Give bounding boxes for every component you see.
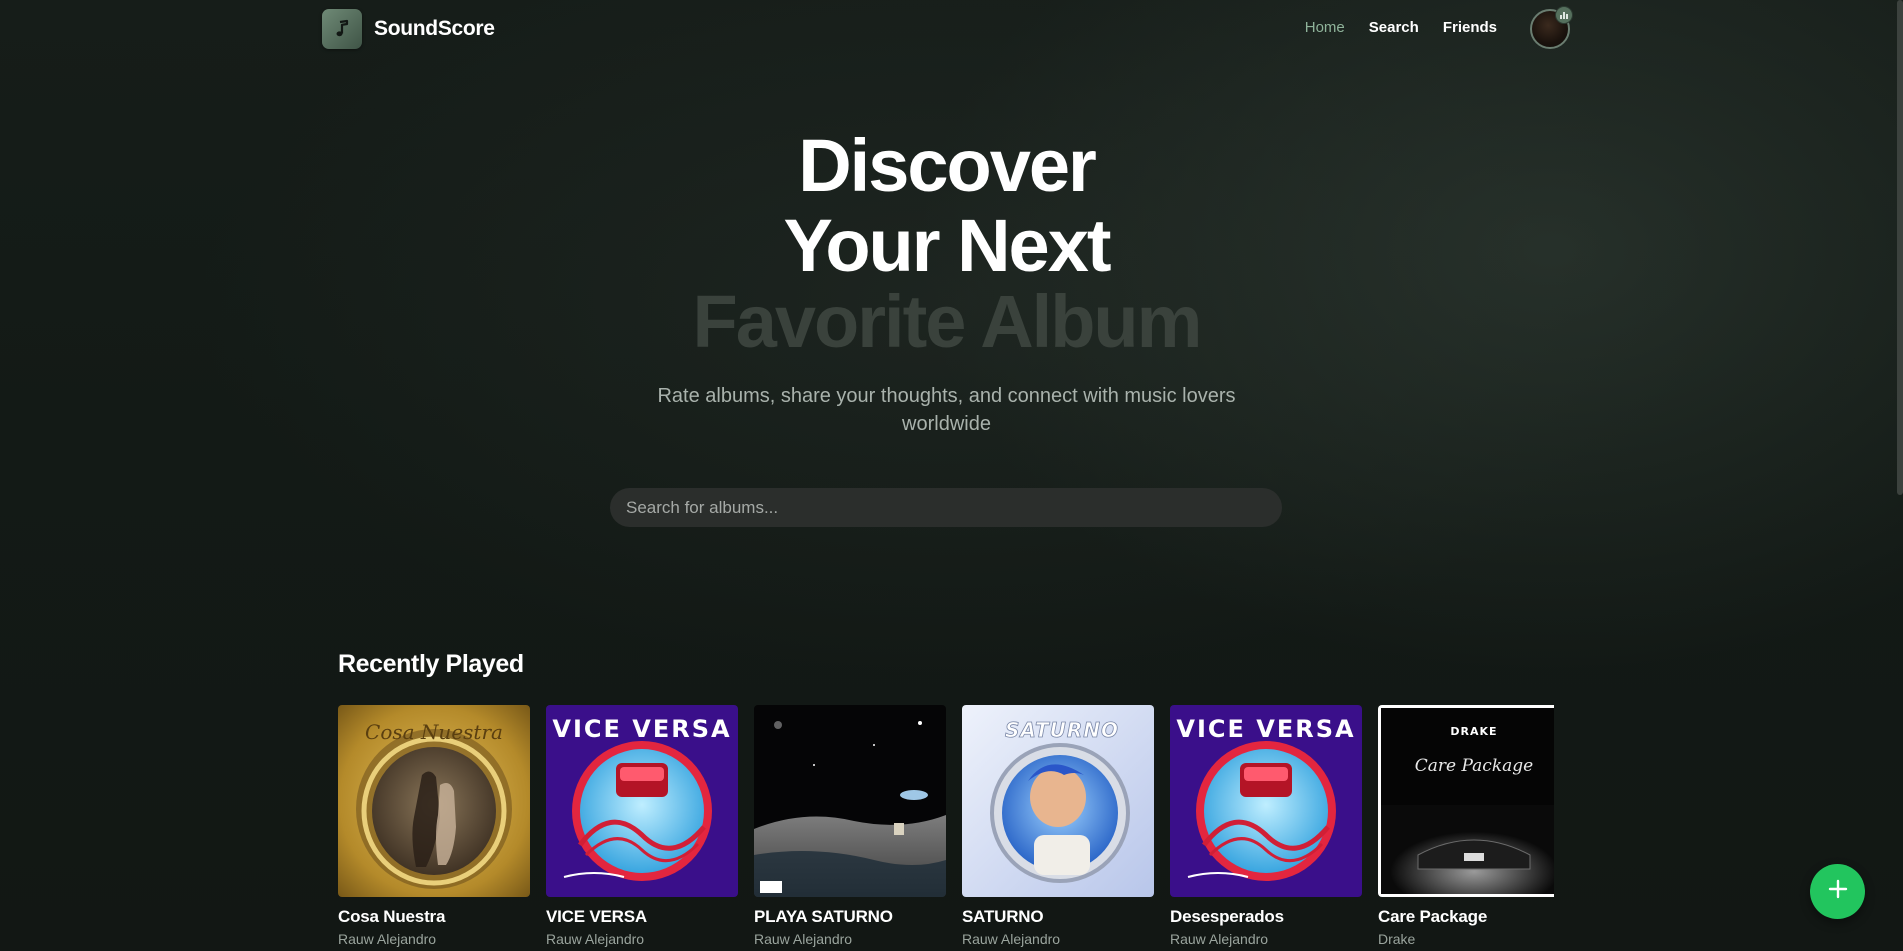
cover-text-saturno: SATURNO (1005, 718, 1119, 742)
nav-links: Home Search Friends (1281, 19, 1497, 36)
album-cover-desesperados: VICE VERSA (1170, 705, 1362, 897)
nav-search-link[interactable]: Search (1369, 19, 1419, 36)
album-card[interactable]: SATURNO SATURNO Rauw Alejandro (962, 705, 1154, 947)
hero-subtitle: Rate albums, share your thoughts, and co… (0, 382, 1893, 438)
album-search-bar (610, 488, 1282, 527)
plus-icon (1827, 878, 1849, 905)
cover-text-care-package: Care Package (1415, 756, 1533, 776)
music-note-icon (322, 9, 362, 49)
album-title: VICE VERSA (546, 907, 647, 926)
hero-heading: Discover Your Next Favorite Album (0, 124, 1893, 363)
brand[interactable]: SoundScore (322, 9, 495, 49)
brand-name: SoundScore (374, 17, 495, 40)
album-title: SATURNO (962, 907, 1044, 926)
bar-chart-icon (1555, 6, 1573, 24)
album-title: Cosa Nuestra (338, 907, 446, 926)
album-cover-saturno: SATURNO (962, 705, 1154, 897)
album-card[interactable]: DRAKE Care Package Care Package Drake (1378, 705, 1554, 947)
cover-text-vice-versa: VICE VERSA (552, 715, 731, 743)
album-cover-playa-saturno (754, 705, 946, 897)
hero-line-your-next: Your Next (783, 204, 1111, 287)
album-artist: Rauw Alejandro (1170, 931, 1269, 947)
album-card[interactable]: VICE VERSA Desesperados Rauw Alejandro (1170, 705, 1362, 947)
nav-friends-link[interactable]: Friends (1443, 19, 1497, 36)
album-artist: Drake (1378, 931, 1416, 947)
hero-line-favorite-album: Favorite Album (692, 280, 1203, 363)
nav-home-link[interactable]: Home (1305, 19, 1345, 36)
recently-played-heading: Recently Played (338, 650, 524, 678)
album-title: PLAYA SATURNO (754, 907, 893, 926)
cover-text-cosa-nuestra: Cosa Nuestra (365, 720, 503, 744)
page-scrollbar[interactable] (1897, 0, 1903, 495)
cover-text-vice-versa: VICE VERSA (1176, 715, 1355, 743)
album-artist: Rauw Alejandro (962, 931, 1061, 947)
album-artist: Rauw Alejandro (754, 931, 853, 947)
album-artist: Rauw Alejandro (338, 931, 437, 947)
album-artist: Rauw Alejandro (546, 931, 645, 947)
page: SoundScore Home Search Friends Discover … (0, 0, 1903, 951)
add-review-button[interactable] (1810, 864, 1865, 919)
user-avatar[interactable] (1530, 6, 1573, 49)
cover-text-drake: DRAKE (1450, 725, 1497, 738)
album-title: Desesperados (1170, 907, 1284, 926)
album-title: Care Package (1378, 907, 1488, 926)
album-card[interactable]: Cosa Nuestra Cosa Nuestra Rauw Alejandro (338, 705, 530, 947)
recently-played-row: Cosa Nuestra Cosa Nuestra Rauw Alejandro (338, 705, 1554, 951)
hero-line-discover: Discover (798, 124, 1097, 207)
album-search-input[interactable] (610, 488, 1282, 527)
album-card[interactable]: VICE VERSA VICE VERSA Rauw Alejandro (546, 705, 738, 947)
hero-subtitle-line-2: worldwide (902, 413, 991, 435)
album-cover-cosa-nuestra: Cosa Nuestra (338, 705, 530, 897)
top-nav: SoundScore Home Search Friends (0, 0, 1903, 58)
album-cover-care-package: DRAKE Care Package (1378, 705, 1554, 897)
hero-subtitle-line-1: Rate albums, share your thoughts, and co… (657, 385, 1236, 407)
album-card[interactable]: PLAYA SATURNO Rauw Alejandro (754, 705, 946, 947)
album-cover-vice-versa: VICE VERSA (546, 705, 738, 897)
